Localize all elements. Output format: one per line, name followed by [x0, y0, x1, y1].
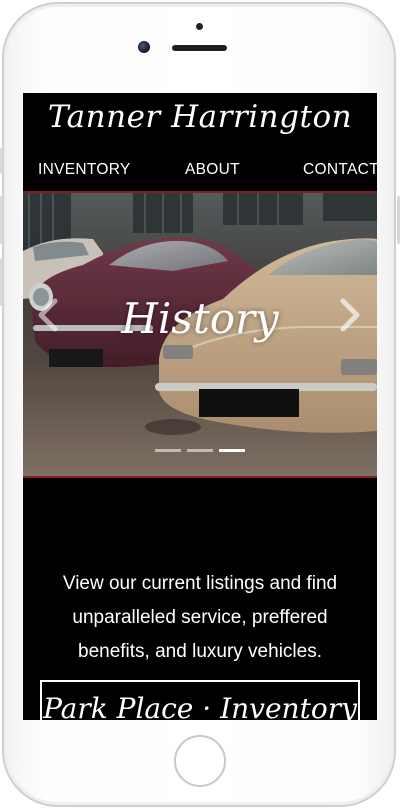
slider-next-button[interactable] — [335, 295, 365, 335]
screen: Tanner Harrington INVENTORY ABOUT CONTAC… — [23, 93, 377, 720]
nav-inventory[interactable]: INVENTORY — [38, 161, 131, 179]
slider-indicator-3-active[interactable] — [219, 449, 245, 452]
volume-down-button — [0, 258, 3, 306]
chevron-left-icon — [38, 298, 58, 332]
hero-slider[interactable]: History — [23, 191, 377, 477]
home-button[interactable] — [174, 735, 226, 787]
hero-bottom-border — [23, 476, 377, 478]
slider-indicators — [155, 449, 250, 453]
earpiece-speaker — [172, 45, 227, 51]
mute-switch — [0, 148, 3, 174]
hero-title: History — [121, 294, 279, 343]
site-brand[interactable]: Tanner Harrington — [23, 99, 377, 135]
chevron-right-icon — [340, 298, 360, 332]
nav-contact[interactable]: CONTACT — [303, 161, 377, 179]
proximity-sensor — [196, 23, 203, 30]
nav-about[interactable]: ABOUT — [185, 161, 240, 179]
intro-text: View our current listings and find unpar… — [62, 573, 338, 662]
hero-top-border — [23, 191, 377, 193]
main-nav: INVENTORY ABOUT CONTACT — [23, 161, 377, 185]
inventory-cta-button[interactable]: Park Place · Inventory — [40, 680, 360, 720]
slider-prev-button[interactable] — [33, 295, 63, 335]
phone-frame: Tanner Harrington INVENTORY ABOUT CONTAC… — [0, 0, 400, 811]
slider-indicator-2[interactable] — [187, 449, 213, 452]
slider-indicator-1[interactable] — [155, 449, 181, 452]
front-camera — [138, 41, 150, 53]
volume-up-button — [0, 196, 3, 244]
inventory-cta-label: Park Place · Inventory — [43, 692, 357, 720]
